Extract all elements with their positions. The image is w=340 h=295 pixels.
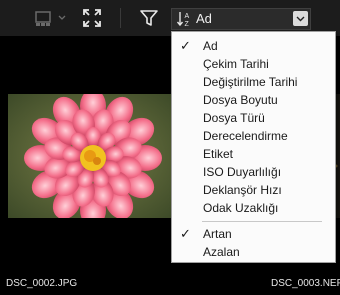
- menu-item-label: Artan: [203, 227, 232, 241]
- fit-to-window-button[interactable]: [80, 6, 104, 30]
- sort-by-dropdown[interactable]: A Z Ad: [171, 8, 311, 30]
- svg-text:Z: Z: [185, 21, 190, 28]
- menu-item-label: Deklanşör Hızı: [203, 183, 282, 197]
- menu-item-shutter-speed[interactable]: Deklanşör Hızı: [172, 181, 335, 199]
- menu-item-label: Dosya Boyutu: [203, 93, 278, 107]
- checkmark-icon: ✓: [180, 226, 191, 241]
- menu-item-label: Azalan: [203, 245, 240, 259]
- menu-item-capture-date[interactable]: Çekim Tarihi: [172, 55, 335, 73]
- menu-divider: [202, 221, 322, 222]
- menu-item-label: ISO Duyarlılığı: [203, 165, 282, 179]
- menu-item-modified-date[interactable]: Değiştirilme Tarihi: [172, 73, 335, 91]
- menu-item-focal-length[interactable]: Odak Uzaklığı: [172, 199, 335, 217]
- svg-text:A: A: [185, 13, 190, 20]
- thumbnail-image[interactable]: [8, 94, 173, 218]
- checkmark-icon: ✓: [180, 38, 191, 53]
- menu-item-label: Derecelendirme: [203, 129, 288, 143]
- filter-funnel-icon: [140, 10, 158, 26]
- thumbnail-filename: DSC_0002.JPG: [6, 278, 78, 289]
- fit-to-window-icon: [83, 9, 101, 27]
- filter-button[interactable]: [138, 6, 160, 30]
- menu-item-file-type[interactable]: Dosya Türü: [172, 109, 335, 127]
- view-grid-icon: [35, 11, 66, 26]
- toolbar-separator: [120, 8, 121, 28]
- sort-az-icon: A Z: [176, 12, 190, 28]
- menu-item-descending[interactable]: Azalan: [172, 243, 335, 261]
- menu-item-label: Ad: [203, 39, 218, 53]
- menu-item-label: Çekim Tarihi: [203, 57, 269, 71]
- sort-menu: ✓ Ad Çekim Tarihi Değiştirilme Tarihi Do…: [171, 31, 336, 263]
- menu-item-file-size[interactable]: Dosya Boyutu: [172, 91, 335, 109]
- app-window: A Z Ad DSC_0002.JPG DSC_0003.NEF ✓ Ad Çe…: [0, 0, 340, 295]
- menu-item-iso[interactable]: ISO Duyarlılığı: [172, 163, 335, 181]
- view-mode-button[interactable]: [30, 6, 72, 30]
- menu-item-label: Dosya Türü: [203, 111, 265, 125]
- menu-item-label: Değiştirilme Tarihi: [203, 75, 298, 89]
- menu-item-label: Etiket: [203, 147, 234, 161]
- menu-item-rating[interactable]: Derecelendirme: [172, 127, 335, 145]
- dahlia-flower-photo: [8, 94, 173, 218]
- thumbnail-filename: DSC_0003.NEF: [271, 278, 340, 289]
- menu-item-name[interactable]: ✓ Ad: [172, 37, 335, 55]
- menu-item-label: Odak Uzaklığı: [203, 201, 279, 215]
- sort-selected-label: Ad: [196, 11, 212, 26]
- dropdown-chevron-button[interactable]: [293, 11, 308, 26]
- chevron-down-icon: [296, 16, 305, 21]
- menu-item-ascending[interactable]: ✓ Artan: [172, 225, 335, 243]
- menu-item-label-tag[interactable]: Etiket: [172, 145, 335, 163]
